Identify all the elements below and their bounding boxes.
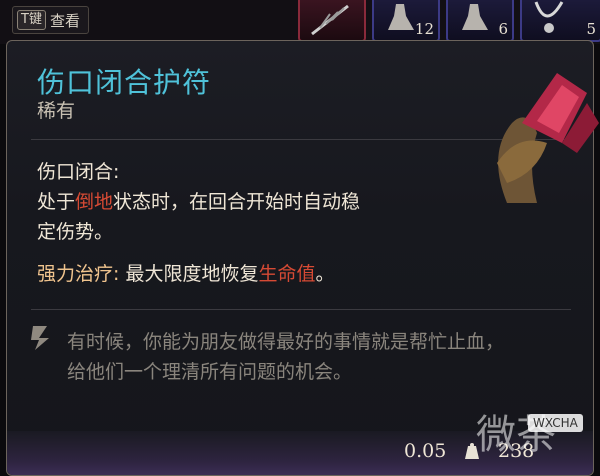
item-weight: 0.05	[404, 440, 447, 462]
hp-keyword[interactable]: 生命值	[258, 263, 315, 285]
watermark-badge: WXCHA	[528, 414, 583, 432]
effect-title: 伤口闭合:	[37, 161, 120, 183]
effect-block: 伤口闭合: 处于倒地状态时，在回合开始时自动稳 定伤势。	[37, 157, 360, 247]
necklace-icon	[534, 1, 564, 33]
downed-keyword[interactable]: 倒地	[75, 191, 113, 213]
effect-line-1: 处于倒地状态时，在回合开始时自动稳	[37, 191, 361, 213]
item-rarity: 稀有	[37, 100, 76, 122]
slot-count: 5	[586, 20, 596, 38]
effect-line-2: 定伤势。	[37, 221, 114, 243]
inventory-slot-potion-b[interactable]: 6	[446, 0, 514, 42]
amulet-art-icon	[497, 73, 599, 203]
heal-line: 强力治疗: 最大限度地恢复生命值。	[37, 263, 335, 285]
view-key-hint[interactable]: T键 查看	[12, 6, 89, 34]
item-title: 伤口闭合护符	[37, 66, 212, 99]
quill-icon	[31, 326, 49, 350]
slot-count: 12	[414, 20, 434, 38]
t-key-cap: T键	[17, 10, 46, 30]
slot-count: 6	[498, 20, 508, 38]
inventory-strip: T键 查看 12 6 5	[0, 0, 600, 44]
flavor-text: 有时候，你能为朋友做得最好的事情就是帮忙止血， 给他们一个理清所有问题的机会。	[67, 331, 505, 383]
inventory-slot-necklace[interactable]: 5	[520, 0, 600, 42]
inventory-slot-potion-a[interactable]: 12	[372, 0, 440, 42]
view-label: 查看	[49, 11, 80, 30]
heal-label: 强力治疗:	[37, 263, 120, 285]
divider	[31, 309, 571, 310]
feather-icon	[311, 4, 349, 36]
inventory-slot-feather[interactable]	[298, 0, 366, 42]
